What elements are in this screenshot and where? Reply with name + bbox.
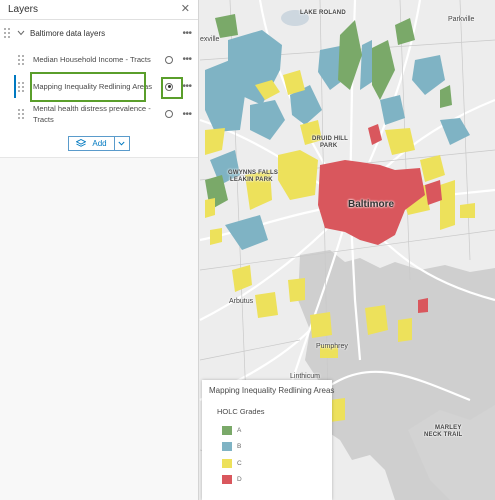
map-legend: Mapping Inequality Redlining Areas HOLC … [202, 380, 335, 500]
add-row: Add [0, 128, 198, 151]
legend-swatch-icon [222, 442, 232, 452]
legend-title: Mapping Inequality Redlining Areas [209, 386, 335, 395]
legend-label: B [237, 443, 242, 451]
layer-item-redlining[interactable]: Mapping Inequality Redlining Areas ••• [0, 72, 198, 102]
legend-subtitle: HOLC Grades [217, 407, 265, 416]
map-label-gwynns-falls: GWYNNS FALLS [228, 170, 279, 176]
legend-label: D [237, 476, 242, 484]
panel-header: Layers ✕ [0, 0, 198, 20]
add-layer-main[interactable]: Add [69, 137, 115, 150]
layer-label: Median Household Income - Tracts [33, 55, 151, 64]
layer-item-mental-health[interactable]: Mental health distress prevalence - Trac… [0, 100, 198, 128]
drag-handle-icon[interactable] [4, 28, 12, 38]
map-label-partial: exville [200, 36, 220, 43]
legend-label: C [237, 459, 242, 467]
layer-label: Mental health distress prevalence - Trac… [33, 104, 151, 124]
layers-add-icon [76, 139, 87, 147]
map-label-lake-roland: LAKE ROLAND [300, 10, 346, 16]
add-layer-label: Add [92, 139, 107, 148]
add-layer-button[interactable]: Add [68, 136, 130, 151]
highlight-box-radio [161, 77, 183, 99]
map-label-pumphrey: Pumphrey [316, 343, 348, 350]
legend-label: A [237, 426, 242, 434]
map-label-marley-neck-trail: NECK TRAIL [424, 432, 463, 438]
highlight-box-label [30, 72, 146, 102]
map-label-marley: MARLEY [435, 425, 462, 431]
map-label-leakin-park: LEAKIN PARK [230, 177, 273, 183]
map-label-baltimore: Baltimore [348, 199, 395, 210]
legend-item-a: A [221, 422, 325, 439]
visibility-radio[interactable] [165, 110, 173, 118]
layer-group-label: Baltimore data layers [30, 28, 106, 38]
map-label-arbutus: Arbutus [229, 298, 254, 305]
map-label-druid-hill-park: PARK [320, 143, 338, 149]
chevron-down-icon[interactable] [17, 28, 25, 39]
layers-panel: Layers ✕ Baltimore data layers ••• Media… [0, 0, 199, 500]
selected-indicator [14, 75, 16, 98]
more-horizontal-icon[interactable]: ••• [180, 28, 194, 39]
layer-list: Median Household Income - Tracts ••• Map… [0, 46, 198, 158]
drag-handle-icon[interactable] [18, 54, 26, 65]
panel-title: Layers [8, 4, 39, 15]
map-label-parkville: Parkville [448, 16, 475, 23]
layer-group-row[interactable]: Baltimore data layers ••• [0, 20, 198, 46]
legend-swatch-icon [222, 458, 232, 468]
drag-handle-icon[interactable] [18, 109, 26, 119]
more-horizontal-icon[interactable]: ••• [180, 109, 194, 120]
legend-item-c: C [221, 455, 325, 472]
legend-swatch-icon [222, 475, 232, 485]
drag-handle-icon[interactable] [18, 81, 26, 92]
legend-item-d: D [221, 472, 325, 489]
visibility-radio[interactable] [165, 55, 173, 64]
legend-item-b: B [221, 439, 325, 456]
chevron-down-icon[interactable] [115, 139, 129, 148]
close-icon[interactable]: ✕ [181, 4, 190, 15]
map-label-druid-hill: DRUID HILL [312, 136, 348, 142]
more-horizontal-icon[interactable]: ••• [180, 54, 194, 65]
legend-swatch-icon [222, 425, 232, 435]
map-label-linthicum: Linthicum [290, 373, 320, 380]
layer-item-income[interactable]: Median Household Income - Tracts ••• [0, 46, 198, 73]
